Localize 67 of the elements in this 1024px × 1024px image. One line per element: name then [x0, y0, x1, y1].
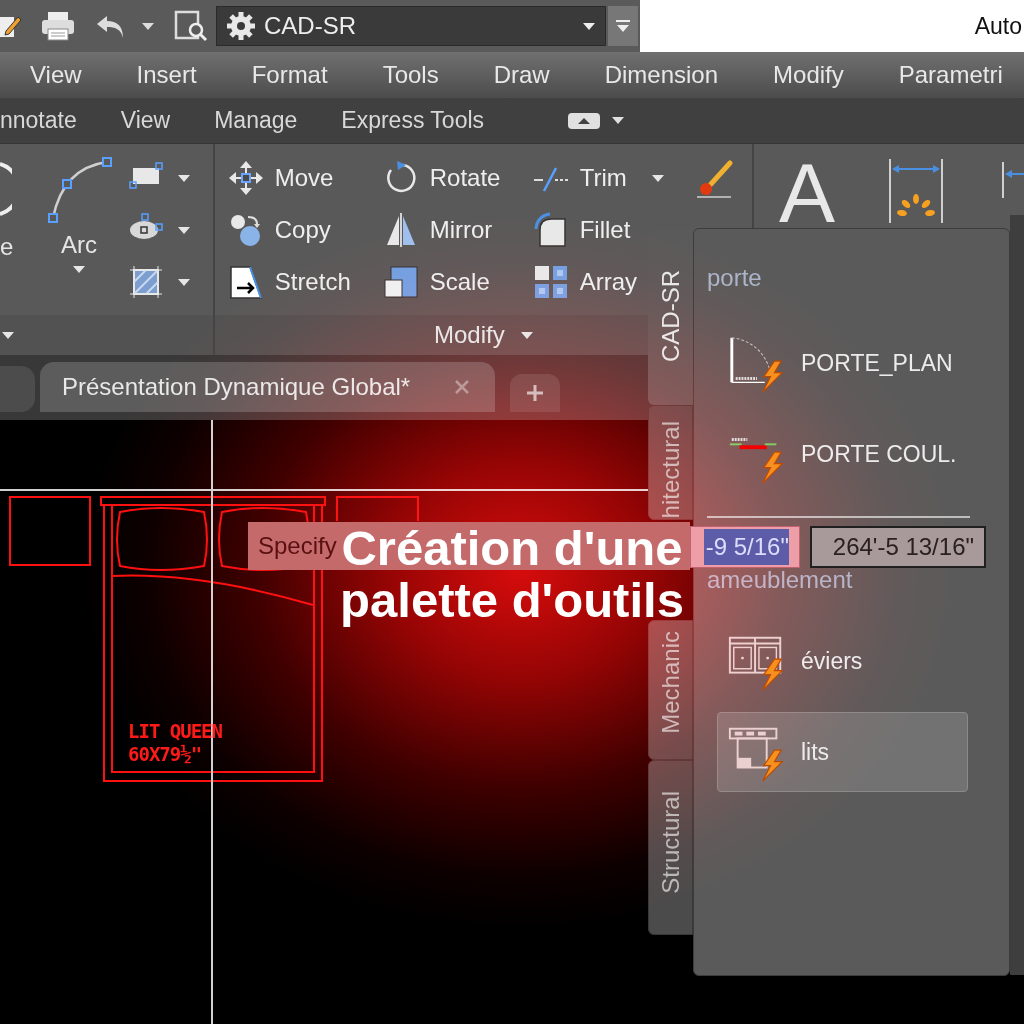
- modify-tool-button[interactable]: Fillet: [532, 204, 631, 256]
- dynamic-input-field[interactable]: -9 5/16": [690, 526, 800, 568]
- scale-squares-icon: [382, 264, 419, 300]
- palette-tool[interactable]: éviers: [717, 621, 968, 701]
- ribbon-toggle-button[interactable]: [568, 112, 625, 129]
- modify-tool-button[interactable]: Rotate: [382, 152, 501, 204]
- palette-tab[interactable]: Mechanic: [648, 620, 693, 760]
- dimension-icon[interactable]: [887, 159, 945, 223]
- window-title: Auto: [974, 11, 1022, 41]
- menu-item[interactable]: Dimension: [604, 57, 719, 93]
- modify-tool-button[interactable]: Mirror: [382, 204, 493, 256]
- modify-tool-button[interactable]: Scale: [382, 256, 490, 308]
- palette-tab[interactable]: hitectural: [648, 405, 693, 520]
- menu-item[interactable]: Parametri: [898, 57, 1003, 93]
- ribbon-tab[interactable]: Express Tools: [341, 103, 485, 138]
- section-title: porte: [707, 264, 762, 292]
- hatch-icon: [128, 264, 164, 300]
- caret-icon: [142, 22, 154, 30]
- dimension-icon[interactable]: [1000, 162, 1024, 198]
- arc-button[interactable]: Arc: [40, 144, 118, 315]
- caret-icon: [73, 266, 85, 273]
- new-tab-button[interactable]: [510, 374, 560, 412]
- section-title: ameublement: [707, 566, 853, 594]
- caret-icon: [520, 331, 533, 339]
- modify-tool-button[interactable]: Stretch: [227, 256, 351, 308]
- caret-icon: [583, 22, 595, 30]
- array-grid-icon: [532, 264, 569, 300]
- palette-tool[interactable]: lits: [717, 712, 968, 792]
- menu-item[interactable]: Draw: [493, 57, 550, 93]
- menu-item[interactable]: Format: [251, 57, 328, 93]
- workspace-dropdown[interactable]: CAD-SR: [216, 6, 606, 46]
- file-tab[interactable]: Présentation Dynamique Global*: [40, 362, 495, 412]
- panel-title-button[interactable]: Modify: [434, 317, 533, 353]
- draw-tool-button[interactable]: e: [0, 144, 22, 315]
- palette-tab[interactable]: Structural: [648, 760, 693, 935]
- caret-icon: [651, 174, 664, 182]
- move-arrows-icon: [227, 160, 264, 196]
- dynamic-input-field[interactable]: 264'-5 13/16": [810, 526, 986, 568]
- caret-icon: [612, 117, 625, 124]
- menu-item[interactable]: Modify: [773, 57, 844, 93]
- caret-icon: [178, 278, 190, 286]
- ribbon-tab[interactable]: nnotate: [0, 103, 77, 138]
- stretch-shape-icon: [227, 264, 264, 300]
- modify-tool-button[interactable]: Trim: [532, 152, 664, 204]
- menu-item[interactable]: Insert: [136, 57, 197, 93]
- dropdown-icon: [615, 19, 631, 33]
- modify-tool-button[interactable]: Move: [227, 152, 334, 204]
- minimize-ribbon-icon: [568, 112, 601, 129]
- palette-tool[interactable]: PORTE COUL.: [717, 414, 968, 494]
- palette-tool[interactable]: PORTE_PLAN: [717, 323, 968, 403]
- modify-tool-button[interactable]: Array: [532, 256, 638, 308]
- caret-icon: [178, 174, 190, 182]
- gear-icon: [226, 11, 256, 41]
- plus-icon: [526, 384, 544, 402]
- fillet-corner-icon: [532, 212, 569, 248]
- tooltip-text: Specify: [258, 531, 337, 561]
- print-icon[interactable]: [40, 10, 76, 42]
- customize-button[interactable]: [608, 6, 638, 46]
- caret-icon: [2, 331, 14, 339]
- drawing-text: 60X79½": [128, 743, 203, 766]
- ribbon-tab[interactable]: View: [120, 103, 171, 138]
- ribbon-tab[interactable]: Manage: [214, 103, 298, 138]
- menu-item[interactable]: View: [30, 57, 82, 93]
- modify-tool-button[interactable]: Copy: [227, 204, 331, 256]
- preview-icon[interactable]: [174, 10, 208, 42]
- caret-icon: [178, 226, 190, 234]
- menu-item[interactable]: Tools: [382, 57, 439, 93]
